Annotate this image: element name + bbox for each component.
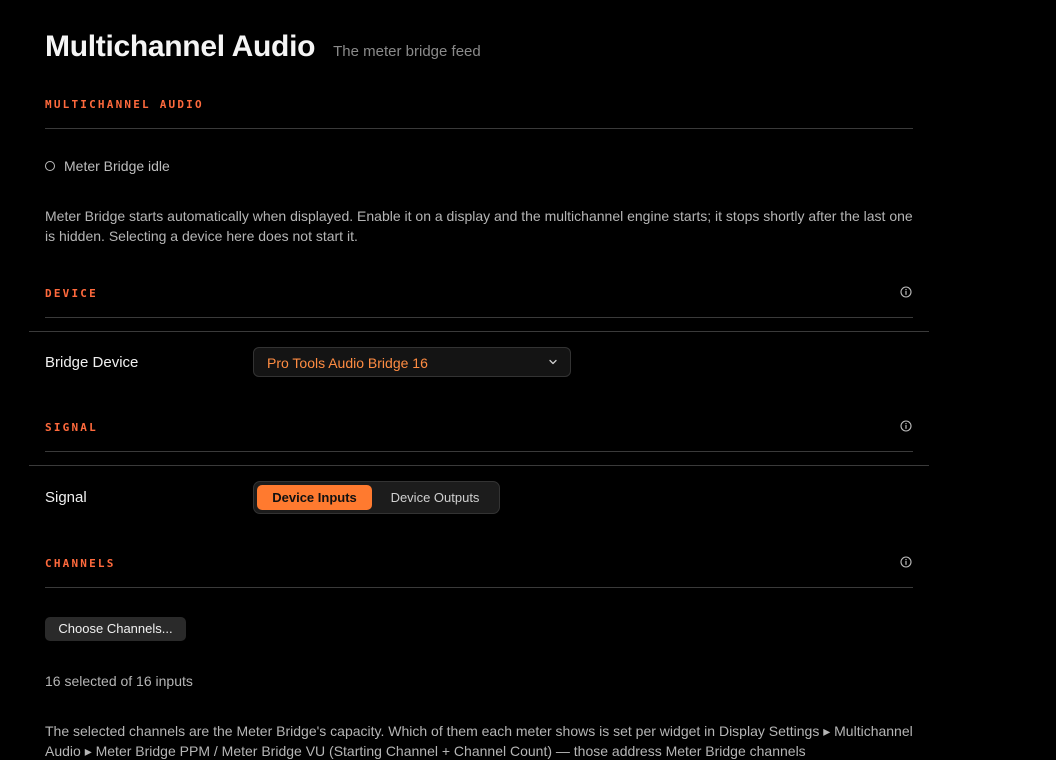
auto-start-description: Meter Bridge starts automatically when d… [45, 208, 913, 244]
settings-page: Multichannel Audio The meter bridge feed… [0, 0, 1056, 760]
info-icon[interactable] [900, 286, 912, 298]
capacity-description: The selected channels are the Meter Brid… [45, 723, 913, 759]
channel-count-text: 16 selected of 16 inputs [45, 673, 193, 689]
page-subtitle: The meter bridge feed [333, 43, 481, 60]
bridge-device-label: Bridge Device [45, 354, 139, 371]
page-title: Multichannel Audio [45, 30, 316, 63]
signal-label: Signal [45, 489, 87, 506]
meter-bridge-status: Meter Bridge idle [45, 158, 170, 174]
section-header-multichannel-audio: MULTICHANNEL AUDIO [45, 98, 913, 129]
status-text: Meter Bridge idle [64, 158, 170, 174]
bridge-device-value: Pro Tools Audio Bridge 16 [267, 355, 428, 371]
section-header-device: DEVICE [45, 286, 913, 318]
segment-device-outputs[interactable]: Device Outputs [376, 485, 494, 510]
signal-segmented-control: Device Inputs Device Outputs [253, 481, 500, 514]
section-header-channels: CHANNELS [45, 556, 913, 588]
bridge-device-select[interactable]: Pro Tools Audio Bridge 16 [253, 347, 571, 377]
choose-channels-button[interactable]: Choose Channels... [45, 617, 186, 641]
section-header-signal: SIGNAL [45, 420, 913, 452]
page-header: Multichannel Audio The meter bridge feed [45, 30, 481, 64]
divider [29, 465, 929, 466]
info-icon[interactable] [900, 420, 912, 432]
info-icon[interactable] [900, 556, 912, 568]
section-label: DEVICE [45, 287, 98, 300]
empty-circle-icon [45, 161, 55, 171]
divider [29, 331, 929, 332]
segment-device-inputs[interactable]: Device Inputs [257, 485, 372, 510]
section-label: CHANNELS [45, 557, 116, 570]
section-label: MULTICHANNEL AUDIO [45, 98, 204, 111]
section-label: SIGNAL [45, 421, 98, 434]
chevron-down-icon [549, 359, 557, 365]
